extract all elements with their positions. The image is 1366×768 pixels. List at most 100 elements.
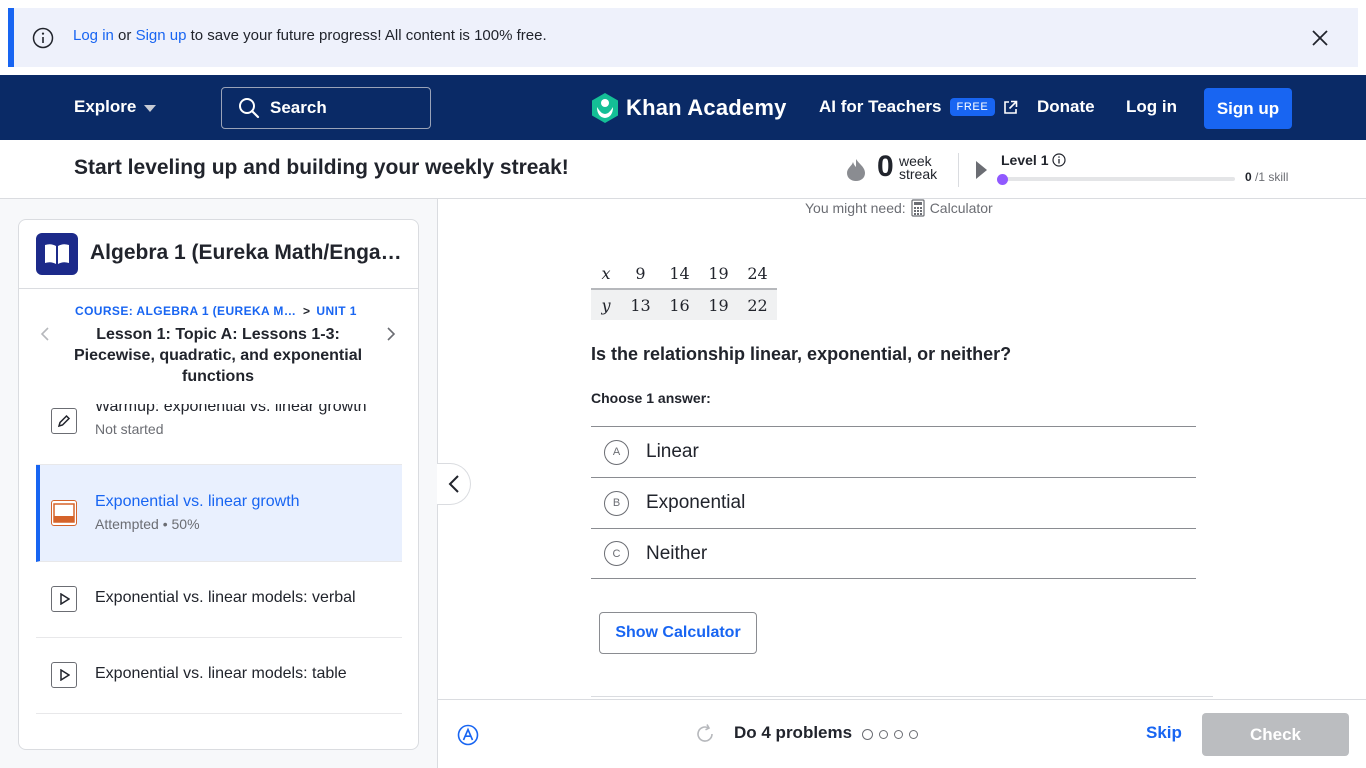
khan-academy-logo[interactable]: Khan Academy <box>590 92 787 124</box>
info-icon[interactable] <box>1052 153 1067 167</box>
khan-leaf-icon <box>592 93 618 123</box>
free-badge: FREE <box>949 98 996 116</box>
table-cell: 13 <box>621 289 660 320</box>
course-book-icon <box>36 233 78 275</box>
search-icon <box>239 98 260 119</box>
explore-menu[interactable]: Explore <box>74 97 157 117</box>
streak-label-streak: streak <box>899 166 938 182</box>
calculator-icon <box>911 199 925 217</box>
choice-letter: A <box>604 439 629 465</box>
choice-label: Linear <box>646 441 699 462</box>
table-cell: 9 <box>621 258 660 290</box>
level-indicator: Level 1 <box>1001 152 1067 168</box>
skill-count: 0 /1 skill <box>1245 170 1288 184</box>
table-cell: 16 <box>660 289 699 320</box>
divider <box>958 153 959 187</box>
show-calculator-button[interactable]: Show Calculator <box>599 612 757 654</box>
skill-count-value: 0 <box>1245 170 1252 184</box>
divider <box>19 288 418 289</box>
table-cell: 14 <box>660 258 699 290</box>
list-item[interactable]: Warmup: exponential vs. linear growth No… <box>36 404 402 465</box>
exercise-icon <box>51 500 77 526</box>
lesson-title: Lesson 1: Topic A: Lessons 1-3: Piecewis… <box>73 326 363 385</box>
item-title: Exponential vs. linear models: verbal <box>95 589 356 606</box>
list-item[interactable]: Exponential vs. linear models: table <box>36 638 402 714</box>
skill-total: /1 skill <box>1255 170 1289 184</box>
donate-link[interactable]: Donate <box>1037 97 1095 117</box>
check-button[interactable]: Check <box>1202 713 1349 756</box>
progress-dot <box>909 730 918 739</box>
xy-table: x 9 14 19 24 y 13 16 19 22 <box>591 258 777 320</box>
refresh-icon <box>697 724 713 742</box>
streak-label: week streak <box>899 154 938 182</box>
table-row: y 13 16 19 22 <box>591 289 777 320</box>
breadcrumb-unit[interactable]: UNIT 1 <box>316 304 356 318</box>
chevron-right-icon[interactable] <box>383 327 397 341</box>
level-label: Level 1 <box>1001 152 1049 168</box>
play-icon <box>51 662 77 688</box>
choice-a[interactable]: A Linear <box>591 426 1196 477</box>
progress-dot <box>862 729 873 740</box>
breadcrumb: COURSE: ALGEBRA 1 (EUREKA MATH/ENGAGENY)… <box>75 304 357 318</box>
search-placeholder: Search <box>270 98 327 117</box>
flame-icon <box>847 159 865 181</box>
ai-for-teachers-label: AI for Teachers <box>819 97 942 116</box>
explore-label: Explore <box>74 97 137 116</box>
skip-button[interactable]: Skip <box>1146 723 1182 743</box>
search-input[interactable]: Search <box>221 87 431 129</box>
chevron-left-icon <box>448 475 459 493</box>
choice-letter: B <box>604 490 629 516</box>
choice-c[interactable]: C Neither <box>591 528 1196 579</box>
login-banner: Log in or Sign up to save your future pr… <box>8 8 1358 67</box>
calculator-label: Calculator <box>929 200 993 216</box>
exercise-footer: Do 4 problems Skip Check <box>438 699 1366 768</box>
logo-text: Khan Academy <box>626 95 787 120</box>
item-title: Exponential vs. linear models: table <box>95 665 347 682</box>
lesson-items-list: Warmup: exponential vs. linear growth No… <box>19 404 418 749</box>
collapse-sidebar-button[interactable] <box>437 463 471 505</box>
info-icon <box>32 27 54 49</box>
course-sidebar: Algebra 1 (Eureka Math/EngageNY) COURSE:… <box>0 199 437 768</box>
course-title[interactable]: Algebra 1 (Eureka Math/EngageNY) <box>90 241 408 265</box>
progress-dot <box>894 730 903 739</box>
banner-login-link[interactable]: Log in <box>73 27 114 44</box>
banner-message-text: to save your future progress! All conten… <box>186 27 547 44</box>
table-cell: 24 <box>738 258 777 290</box>
answer-choices: A Linear B Exponential C Neither <box>591 426 1196 579</box>
login-link[interactable]: Log in <box>1126 97 1177 117</box>
divider <box>591 696 1213 697</box>
breadcrumb-course[interactable]: COURSE: ALGEBRA 1 (EUREKA MATH/ENGAGENY) <box>75 304 297 318</box>
table-header-x: x <box>591 258 621 290</box>
choice-b[interactable]: B Exponential <box>591 477 1196 528</box>
play-icon[interactable] <box>976 161 987 179</box>
table-cell: 19 <box>699 258 738 290</box>
item-status: Attempted • 50% <box>95 516 200 532</box>
accessibility-icon[interactable] <box>457 724 479 746</box>
streak-headline: Start leveling up and building your week… <box>74 156 569 179</box>
do-problems-label: Do 4 problems <box>734 723 853 742</box>
choice-label: Neither <box>646 542 708 564</box>
play-icon <box>51 586 77 612</box>
item-title: Warmup: exponential vs. linear growth <box>95 404 367 415</box>
list-item-active[interactable]: Exponential vs. linear growth Attempted … <box>36 465 402 562</box>
might-need: You might need: Calculator <box>805 199 993 217</box>
choose-label: Choose 1 answer: <box>591 390 711 406</box>
signup-button[interactable]: Sign up <box>1204 88 1292 129</box>
question-text: Is the relationship linear, exponential,… <box>591 344 1012 364</box>
banner-message: Log in or Sign up to save your future pr… <box>73 27 547 44</box>
table-row: x 9 14 19 24 <box>591 258 777 290</box>
table-cell: 22 <box>738 289 777 320</box>
list-item[interactable]: Exponential vs. linear models: verbal <box>36 562 402 638</box>
problem-progress-dots <box>862 729 918 740</box>
banner-signup-link[interactable]: Sign up <box>136 27 187 44</box>
external-link-icon <box>1004 100 1018 114</box>
close-icon[interactable] <box>1310 28 1330 48</box>
top-nav: Explore Search Khan Academy AI for Teach… <box>0 75 1366 140</box>
streak-bar: Start leveling up and building your week… <box>0 140 1366 199</box>
table-cell: 19 <box>699 289 738 320</box>
progress-dot <box>879 730 888 739</box>
ai-for-teachers-link[interactable]: AI for Teachers FREE <box>819 97 1018 117</box>
chevron-left-icon[interactable] <box>39 327 53 341</box>
chevron-down-icon <box>144 104 157 112</box>
item-title: Exponential vs. linear growth <box>95 493 300 510</box>
